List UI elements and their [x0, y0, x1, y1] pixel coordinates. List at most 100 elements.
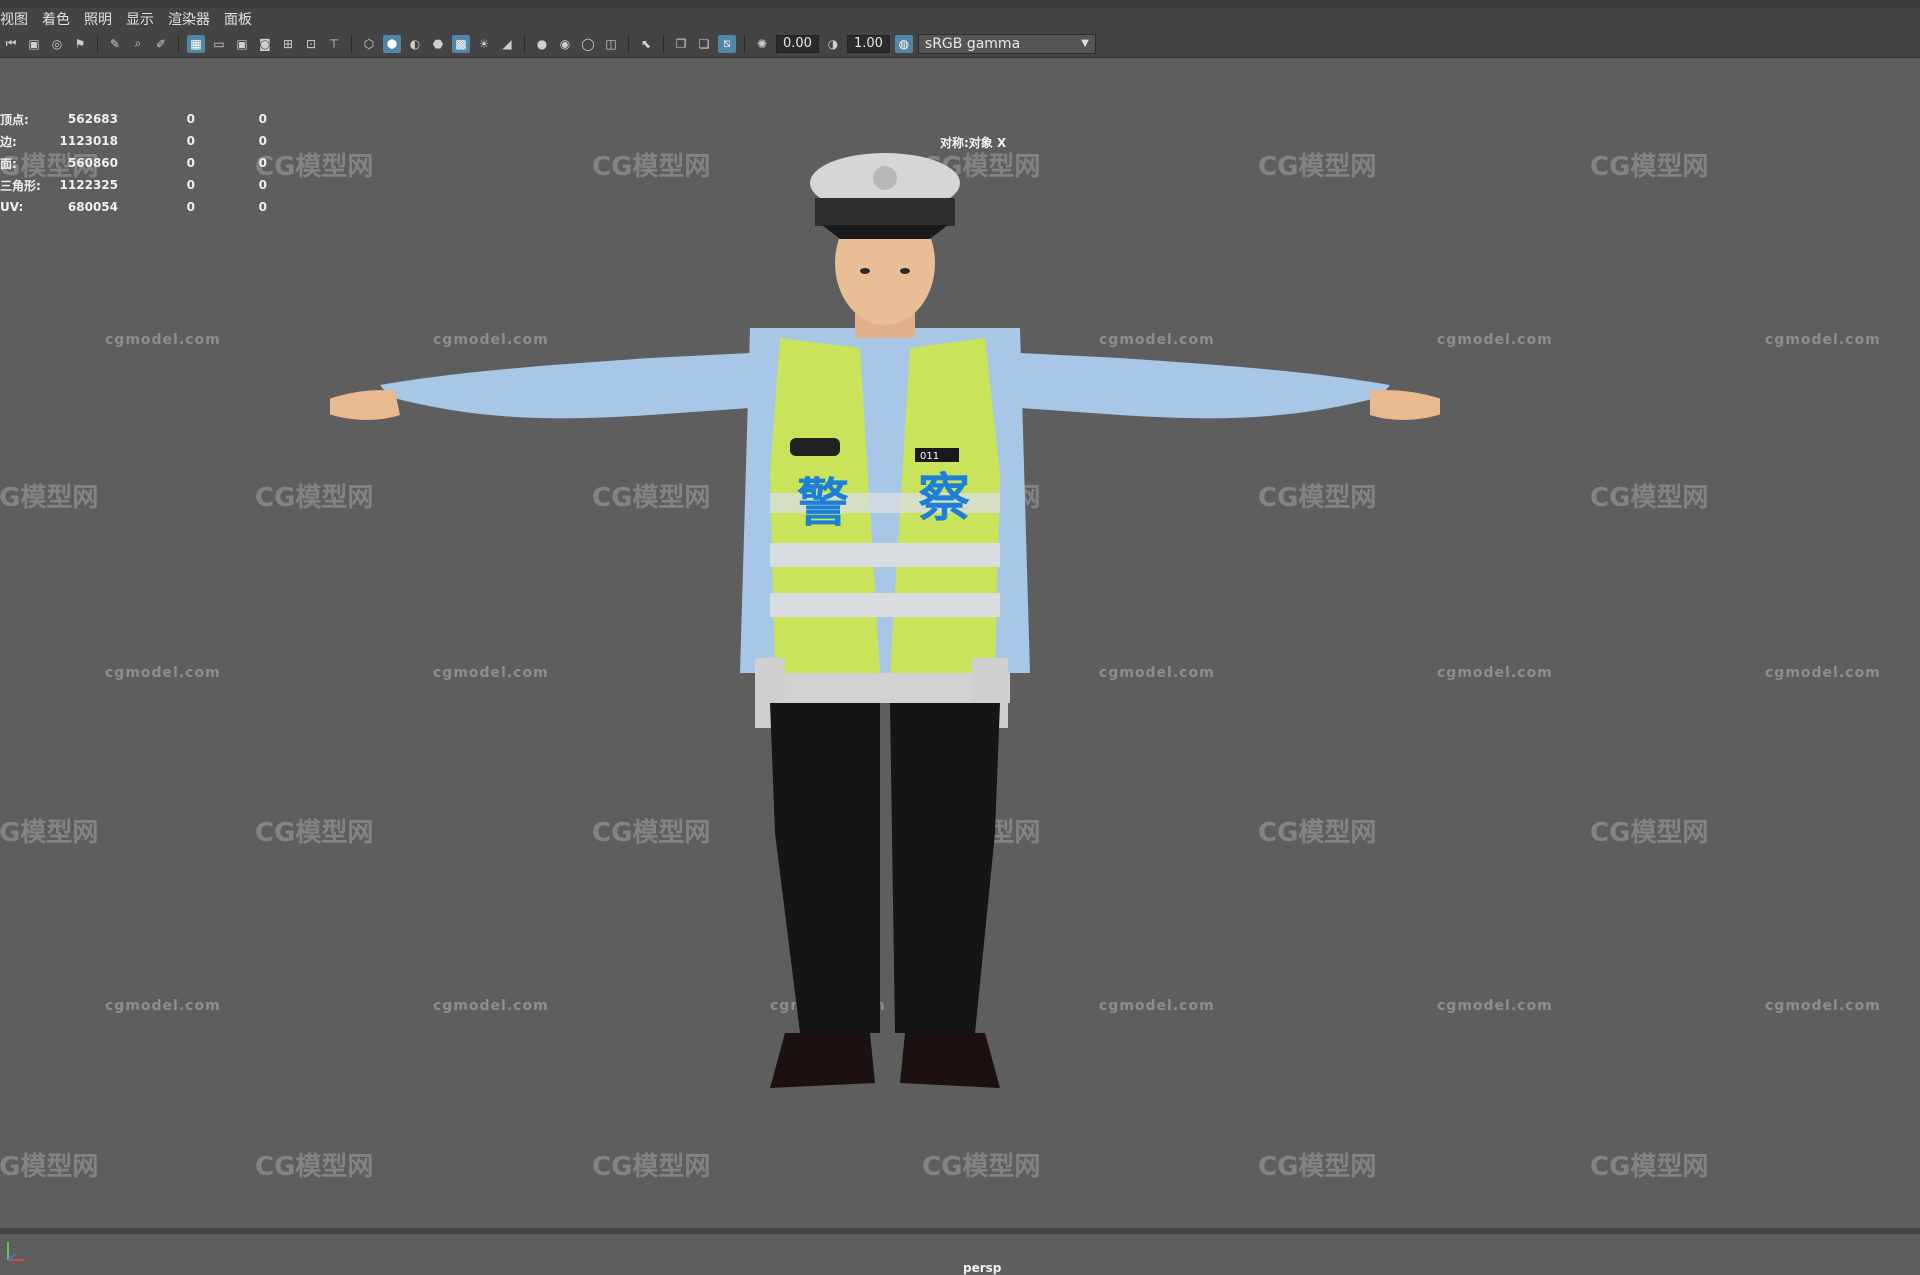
menu-show[interactable]: 显示: [126, 9, 168, 29]
watermark-site: cgmodel.com: [105, 665, 221, 681]
hud-v2: 0: [186, 112, 195, 126]
watermark-logo: CG模型网: [1590, 152, 1709, 182]
field-chart-icon[interactable]: ⊞: [279, 35, 297, 53]
viewport-bottom-border: [0, 1228, 1920, 1234]
menu-panels[interactable]: 面板: [224, 9, 266, 29]
camera-attributes-icon[interactable]: ▣: [25, 35, 43, 53]
wireframe-icon[interactable]: ⬡: [360, 35, 378, 53]
watermark-site: cgmodel.com: [1437, 332, 1553, 348]
menu-lighting[interactable]: 照明: [84, 9, 126, 29]
vest-emblem-icon: [790, 438, 840, 456]
use-all-lights-icon[interactable]: ☀: [475, 35, 493, 53]
film-gate-icon[interactable]: ▭: [210, 35, 228, 53]
watermark-logo: CG模型网: [1590, 1152, 1709, 1182]
xray-active-components-icon[interactable]: ❏: [695, 35, 713, 53]
right-pant-leg: [890, 703, 1000, 1033]
hud-v2: 0: [186, 156, 195, 170]
watermark-site: cgmodel.com: [1437, 665, 1553, 681]
isolate-select-icon[interactable]: ⬉: [637, 35, 655, 53]
vest-text-right: 察: [918, 469, 970, 529]
gate-mask-icon[interactable]: ◙: [256, 35, 274, 53]
menu-shading[interactable]: 着色: [42, 9, 84, 29]
right-shoe: [900, 1033, 1000, 1088]
exposure-icon[interactable]: ✺: [753, 35, 771, 53]
left-shoe: [770, 1033, 875, 1088]
hud-row: 面: 560860 0 0: [0, 152, 267, 174]
hud-v1: 680054: [67, 200, 118, 214]
watermark-site: cgmodel.com: [105, 332, 221, 348]
anti-aliasing-icon[interactable]: ◯: [579, 35, 597, 53]
motion-blur-icon[interactable]: ◉: [556, 35, 574, 53]
textured-icon[interactable]: ▩: [452, 34, 470, 53]
menu-bar: 视图 着色 照明 显示 渲染器 面板: [0, 0, 1920, 30]
left-hand: [330, 390, 400, 420]
left-eye: [860, 268, 870, 274]
hud-v3: 0: [258, 112, 267, 126]
xray-icon[interactable]: ❐: [672, 35, 690, 53]
safe-action-icon[interactable]: ⊡: [302, 35, 320, 53]
bookmark-camera-icon[interactable]: ◎: [48, 35, 66, 53]
viewport-toolbar: ⏮ ▣ ◎ ⚑ ✎ ⌕ ✐ ▦ ▭ ▣ ◙ ⊞ ⊡ ⊤ ⬡ ⬢ ◐ ⬣ ▩ ☀ …: [0, 30, 1920, 58]
hud-v3: 0: [258, 178, 267, 192]
police-officer-model[interactable]: 011 警 察: [330, 153, 1440, 1243]
resolution-gate-icon[interactable]: ▣: [233, 35, 251, 53]
exposure-field[interactable]: 0.00: [776, 34, 819, 53]
cap-band: [815, 198, 955, 226]
watermark-logo: CG模型网: [0, 483, 99, 513]
hud-row: 三角形: 1122325 0 0: [0, 174, 267, 196]
toolbar-separator: [97, 34, 98, 53]
hud-v3: 0: [258, 200, 267, 214]
watermark-site: cgmodel.com: [105, 998, 221, 1014]
color-management-icon[interactable]: ◍: [894, 34, 913, 53]
watermark-logo: CG模型网: [0, 1152, 99, 1182]
right-arm: [1020, 353, 1390, 419]
axis-gizmo-icon: [7, 1242, 24, 1261]
grease-pencil-icon[interactable]: ✎: [106, 35, 124, 53]
2d-pan-zoom-icon[interactable]: ⌕: [129, 35, 147, 53]
select-camera-icon[interactable]: ⏮: [2, 35, 20, 53]
left-pant-leg: [770, 703, 880, 1033]
default-material-icon[interactable]: ◐: [406, 35, 424, 53]
hud-v2: 0: [186, 200, 195, 214]
camera-name: persp: [963, 1261, 1002, 1275]
safe-title-icon[interactable]: ⊤: [325, 35, 343, 53]
hud-label: 三角形:: [0, 178, 41, 193]
right-eye: [900, 268, 910, 274]
menu-renderer[interactable]: 渲染器: [168, 9, 224, 29]
gamma-field[interactable]: 1.00: [846, 34, 890, 53]
watermark-site: cgmodel.com: [1765, 665, 1881, 681]
color-space-dropdown[interactable]: sRGB gamma ▼: [917, 33, 1096, 54]
left-arm: [380, 353, 750, 419]
hud-row: UV: 680054 0 0: [0, 196, 267, 218]
hud-v1: 1122325: [59, 178, 118, 192]
hud-label: 顶点:: [0, 112, 29, 127]
watermark-site: cgmodel.com: [1765, 332, 1881, 348]
smooth-shade-icon[interactable]: ⬢: [383, 34, 401, 53]
paint-icon[interactable]: ✐: [152, 35, 170, 53]
xray-joints-icon[interactable]: ⧅: [718, 34, 736, 53]
screen-space-ao-icon[interactable]: ●: [533, 35, 551, 53]
bookmark-icon[interactable]: ⚑: [71, 35, 89, 53]
symmetry-status: 对称:对象 X: [940, 136, 1007, 150]
toolbar-separator: [351, 34, 352, 53]
gamma-icon[interactable]: ◑: [824, 35, 842, 53]
menu-view[interactable]: 视图: [0, 9, 42, 29]
wireframe-on-shaded-icon[interactable]: ⬣: [429, 35, 447, 53]
shadows-icon[interactable]: ◢: [498, 35, 516, 53]
badge-number: 011: [920, 451, 939, 462]
watermark-site: cgmodel.com: [1765, 998, 1881, 1014]
3d-viewport[interactable]: cgmodel.com cgmodel.com cgmodel.com cgmodel…: [0, 58, 1920, 1275]
poly-count-hud: 顶点: 562683 0 0 边: 1123018 0 0 面: 560860 0 0 三角形: 1122…: [0, 108, 267, 218]
watermark-site: cgmodel.com: [1437, 998, 1553, 1014]
grid-icon[interactable]: ▦: [187, 34, 205, 53]
watermark-logo: CG模型网: [1590, 818, 1709, 848]
depth-of-field-icon[interactable]: ◫: [602, 35, 620, 53]
toolbar-separator: [663, 34, 664, 53]
watermark-logo: CG模型网: [0, 818, 99, 848]
right-hand: [1370, 390, 1440, 420]
cap-badge-icon: [873, 166, 897, 190]
hud-v2: 0: [186, 178, 195, 192]
hud-v3: 0: [258, 156, 267, 170]
toolbar-separator: [178, 34, 179, 53]
hud-label: 面:: [0, 156, 17, 171]
